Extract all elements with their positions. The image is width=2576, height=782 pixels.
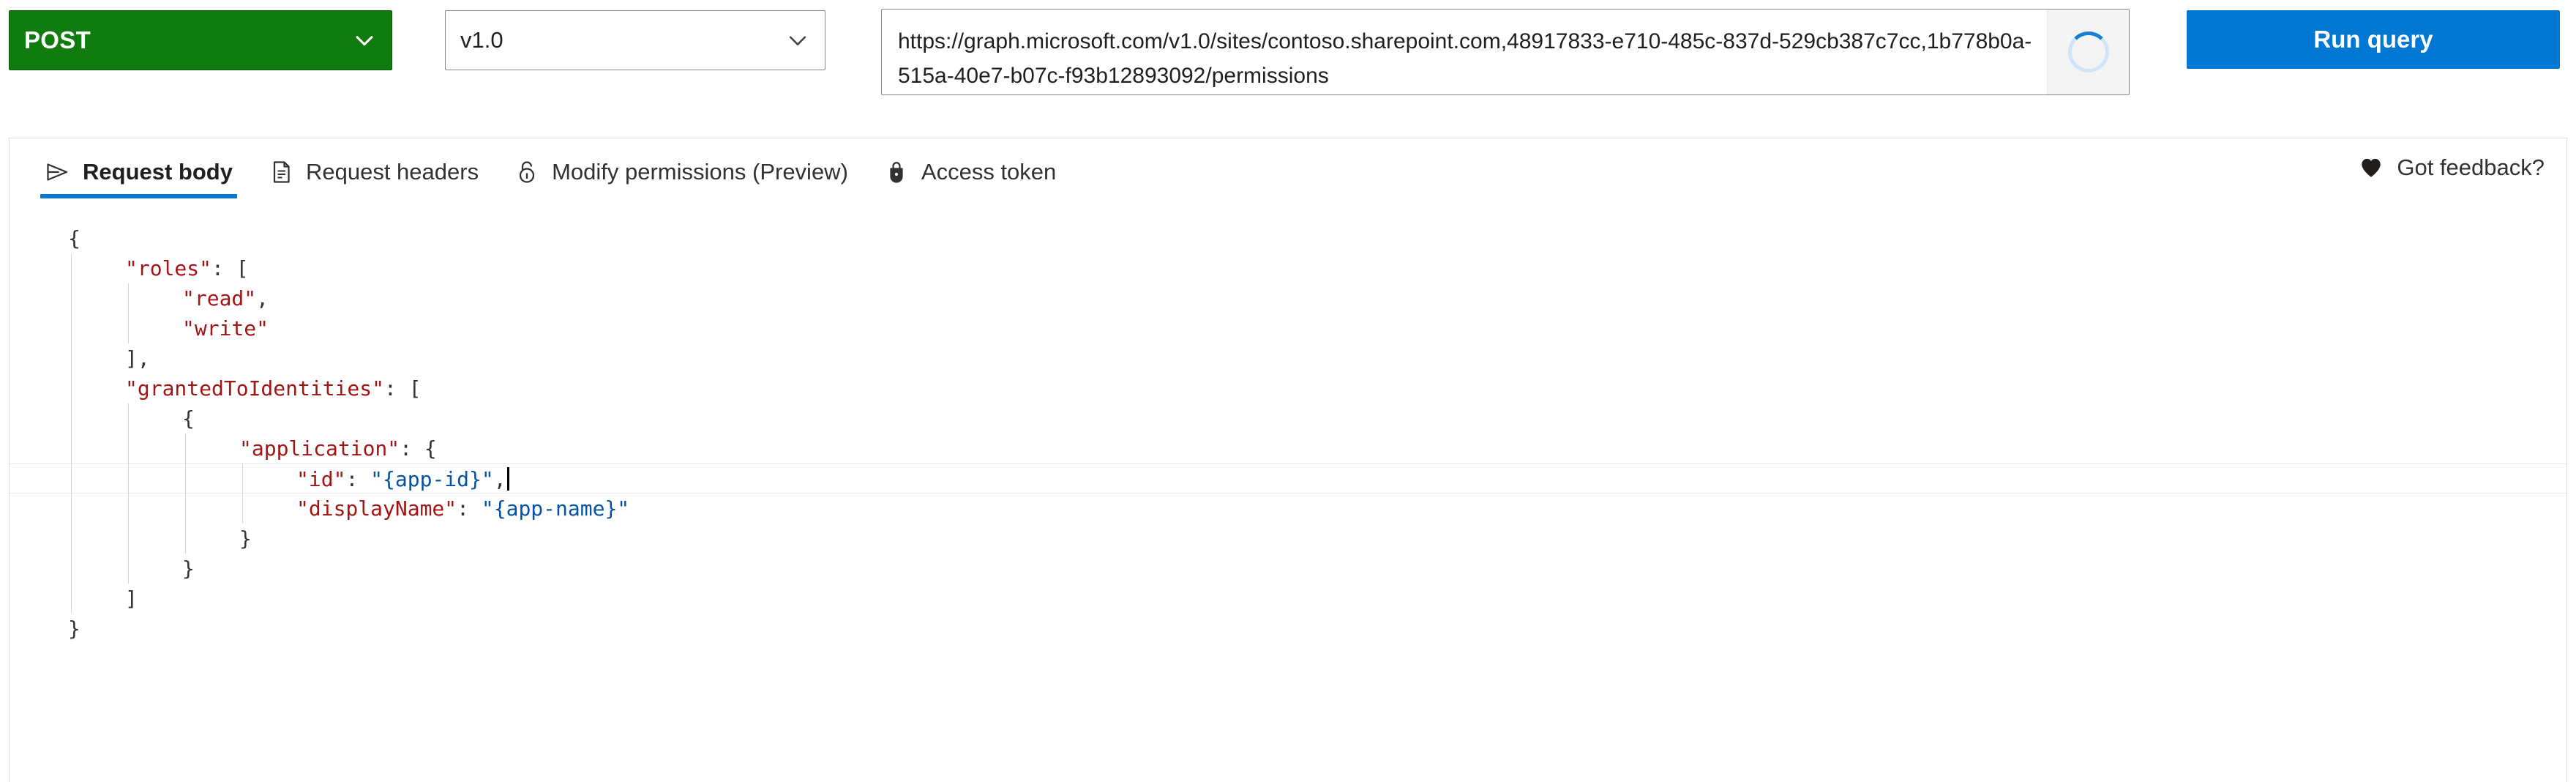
code-token: , bbox=[493, 467, 506, 491]
code-token: : [ bbox=[384, 376, 422, 401]
heart-icon bbox=[2359, 155, 2384, 180]
tab-label: Request headers bbox=[305, 159, 479, 185]
tab-label: Request body bbox=[83, 159, 233, 185]
code-line[interactable]: "read", bbox=[10, 283, 2566, 313]
http-method-select[interactable]: POST bbox=[9, 10, 392, 70]
tab-request-headers[interactable]: Request headers bbox=[250, 138, 496, 206]
code-line[interactable]: } bbox=[10, 554, 2566, 584]
code-line[interactable]: "id": "{app-id}", bbox=[10, 463, 2566, 494]
code-line[interactable]: } bbox=[10, 614, 2566, 644]
tab-modify-permissions[interactable]: Modify permissions (Preview) bbox=[496, 138, 866, 206]
code-token: "grantedToIdentities" bbox=[125, 376, 385, 401]
code-line[interactable]: ] bbox=[10, 584, 2566, 614]
code-line[interactable]: } bbox=[10, 524, 2566, 554]
code-token: "{app-name}" bbox=[481, 496, 630, 521]
tab-request-body[interactable]: Request body bbox=[27, 138, 250, 206]
request-url-field[interactable]: https://graph.microsoft.com/v1.0/sites/c… bbox=[881, 9, 2130, 95]
code-token: } bbox=[182, 556, 195, 581]
got-feedback-label: Got feedback? bbox=[2397, 154, 2545, 180]
code-token: "application" bbox=[239, 436, 400, 461]
code-token: , bbox=[256, 286, 269, 310]
code-token: "write" bbox=[182, 316, 269, 340]
code-token: : bbox=[345, 467, 371, 491]
chevron-down-icon bbox=[785, 28, 810, 53]
code-line[interactable]: ], bbox=[10, 343, 2566, 373]
got-feedback-link[interactable]: Got feedback? bbox=[2359, 154, 2545, 181]
url-status-cell bbox=[2047, 10, 2129, 94]
code-token: } bbox=[68, 617, 80, 641]
code-token: ] bbox=[125, 586, 138, 611]
code-token: ], bbox=[125, 346, 150, 370]
code-token: "id" bbox=[296, 467, 346, 491]
http-method-value: POST bbox=[24, 26, 91, 53]
code-line[interactable]: { bbox=[10, 223, 2566, 253]
code-token: : [ bbox=[211, 256, 249, 280]
code-line[interactable]: "write" bbox=[10, 313, 2566, 343]
send-arrow-icon bbox=[45, 159, 71, 185]
code-line[interactable]: "application": { bbox=[10, 433, 2566, 463]
lock-shield-icon bbox=[883, 159, 910, 185]
code-line[interactable]: "displayName": "{app-name}" bbox=[10, 494, 2566, 524]
json-code-area[interactable]: {"roles": ["read", "write"], "grantedToIde… bbox=[10, 215, 2566, 781]
request-panel: Request body Request headers Modify perm… bbox=[9, 138, 2567, 782]
code-token: : { bbox=[400, 436, 437, 461]
code-line[interactable]: { bbox=[10, 403, 2566, 433]
request-url-input[interactable]: https://graph.microsoft.com/v1.0/sites/c… bbox=[882, 10, 2047, 94]
request-body-editor[interactable]: {"roles": ["read", "write"], "grantedToIde… bbox=[10, 215, 2566, 781]
api-version-select[interactable]: v1.0 bbox=[445, 10, 825, 70]
tab-label: Modify permissions (Preview) bbox=[552, 159, 848, 185]
loading-spinner-icon bbox=[2067, 31, 2109, 72]
chevron-down-icon bbox=[352, 28, 377, 53]
code-token: "displayName" bbox=[296, 496, 457, 521]
api-version-value: v1.0 bbox=[460, 27, 503, 53]
code-token: : bbox=[457, 496, 482, 521]
request-tabs: Request body Request headers Modify perm… bbox=[10, 138, 2566, 215]
text-cursor bbox=[506, 467, 509, 491]
code-token: "{app-id}" bbox=[370, 467, 494, 491]
tab-label: Access token bbox=[921, 159, 1057, 185]
document-icon bbox=[268, 159, 294, 185]
code-token: } bbox=[239, 526, 252, 551]
run-query-button[interactable]: Run query bbox=[2187, 10, 2560, 69]
code-token: { bbox=[68, 226, 80, 250]
code-token: "read" bbox=[182, 286, 257, 310]
code-line[interactable]: "roles": [ bbox=[10, 253, 2566, 283]
code-token: "roles" bbox=[125, 256, 212, 280]
unlock-icon bbox=[514, 159, 540, 185]
query-bar: POST v1.0 https://graph.microsoft.com/v1… bbox=[0, 0, 2576, 132]
code-line[interactable]: "grantedToIdentities": [ bbox=[10, 373, 2566, 403]
tab-access-token[interactable]: Access token bbox=[866, 138, 1074, 206]
code-token: { bbox=[182, 406, 195, 431]
